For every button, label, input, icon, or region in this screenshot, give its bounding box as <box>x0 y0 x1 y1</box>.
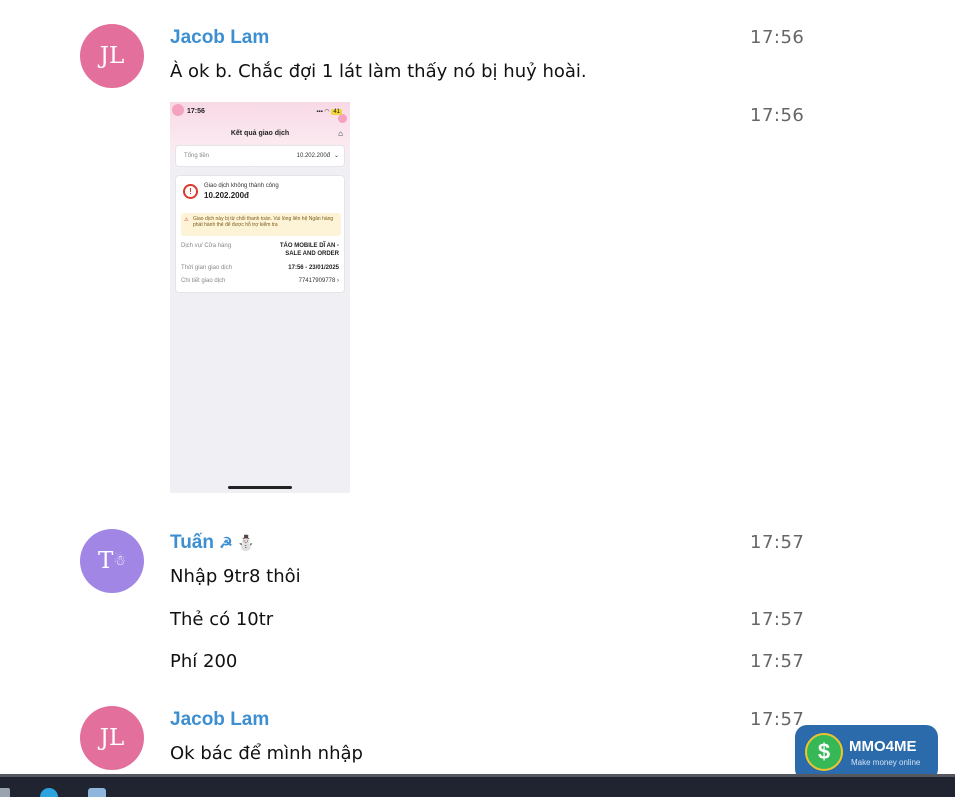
message-time: 17:57 <box>750 609 805 630</box>
avatar[interactable]: JL <box>80 706 144 770</box>
detail-label: Chi tiết giao dịch <box>181 278 226 284</box>
alert-text: Giao dịch này bị từ chối thanh toán. Vui… <box>193 216 334 228</box>
home-indicator <box>228 486 292 489</box>
total-value: 10.202.200đ <box>296 153 330 159</box>
attached-image[interactable]: 17:56 ▪▪▪ ◠ 41 Kết quả giao dịch ⌂ Tổng … <box>170 102 350 493</box>
avatar-initials: JL <box>99 725 125 751</box>
total-label: Tổng tiền <box>184 153 210 159</box>
battery-icon: 41 <box>331 109 342 115</box>
blossom-decoration <box>172 104 184 116</box>
message-time: 17:56 <box>750 105 805 126</box>
message-text: Thẻ có 10tr <box>170 609 274 630</box>
time-value: 17:56 - 23/01/2025 <box>288 265 339 271</box>
message-time: 17:57 <box>750 709 805 730</box>
detail-value: 77417909778 › <box>298 278 339 284</box>
time-label: Thời gian giao dịch <box>181 265 232 271</box>
blossom-decoration <box>338 114 347 123</box>
watermark-logo: $ MMO4ME Make money online <box>795 725 938 781</box>
message-text: Nhập 9tr8 thôi <box>170 566 301 587</box>
taskbar <box>0 774 955 797</box>
sender-name[interactable]: Tuấn ☭ ⛄ <box>170 532 256 554</box>
warning-icon: ⚠ <box>184 217 189 223</box>
status-amount: 10.202.200đ <box>204 191 249 200</box>
sender-name-text: Tuấn <box>170 532 214 553</box>
taskbar-edge <box>0 774 955 777</box>
message-time: 17:57 <box>750 651 805 672</box>
status-icons: ▪▪▪ ◠ 41 <box>316 109 342 115</box>
service-label: Dịch vụ/ Cửa hàng <box>181 243 232 249</box>
screen-title: Kết quả giao dịch <box>230 130 290 137</box>
watermark-brand: MMO4ME <box>849 738 917 755</box>
total-card: Tổng tiền 10.202.200đ ⌄ <box>175 145 345 167</box>
message-time: 17:56 <box>750 27 805 48</box>
avatar[interactable]: JL <box>80 24 144 88</box>
watermark-tagline: Make money online <box>851 758 921 767</box>
message-time: 17:57 <box>750 532 805 553</box>
name-emoji-icon: ☭ ⛄ <box>219 535 256 552</box>
status-label: Giao dịch không thành công <box>204 183 279 189</box>
dollar-coin-icon: $ <box>805 733 843 771</box>
home-icon: ⌂ <box>338 129 343 138</box>
message-text: Phí 200 <box>170 651 238 672</box>
message-text: À ok b. Chắc đợi 1 lát làm thấy nó bị hu… <box>170 61 587 82</box>
app-icon[interactable] <box>0 788 10 797</box>
snowman-icon: ☃ <box>113 553 126 569</box>
result-card: ! Giao dịch không thành công 10.202.200đ… <box>175 175 345 293</box>
sender-name[interactable]: Jacob Lam <box>170 709 269 731</box>
avatar-initials: T <box>98 548 114 574</box>
explorer-icon[interactable] <box>88 788 106 797</box>
avatar[interactable]: T ☃ <box>80 529 144 593</box>
alert-box: ⚠ Giao dịch này bị từ chối thanh toán. V… <box>181 213 341 236</box>
service-value: TÁO MOBILE DĨ AN - SALE AND ORDER <box>279 243 339 257</box>
error-icon: ! <box>183 184 198 199</box>
sender-name[interactable]: Jacob Lam <box>170 27 269 49</box>
message-text: Ok bác để mình nhập <box>170 743 363 764</box>
avatar-initials: JL <box>99 43 125 69</box>
chevron-down-icon: ⌄ <box>333 153 339 159</box>
status-time: 17:56 <box>187 108 205 115</box>
